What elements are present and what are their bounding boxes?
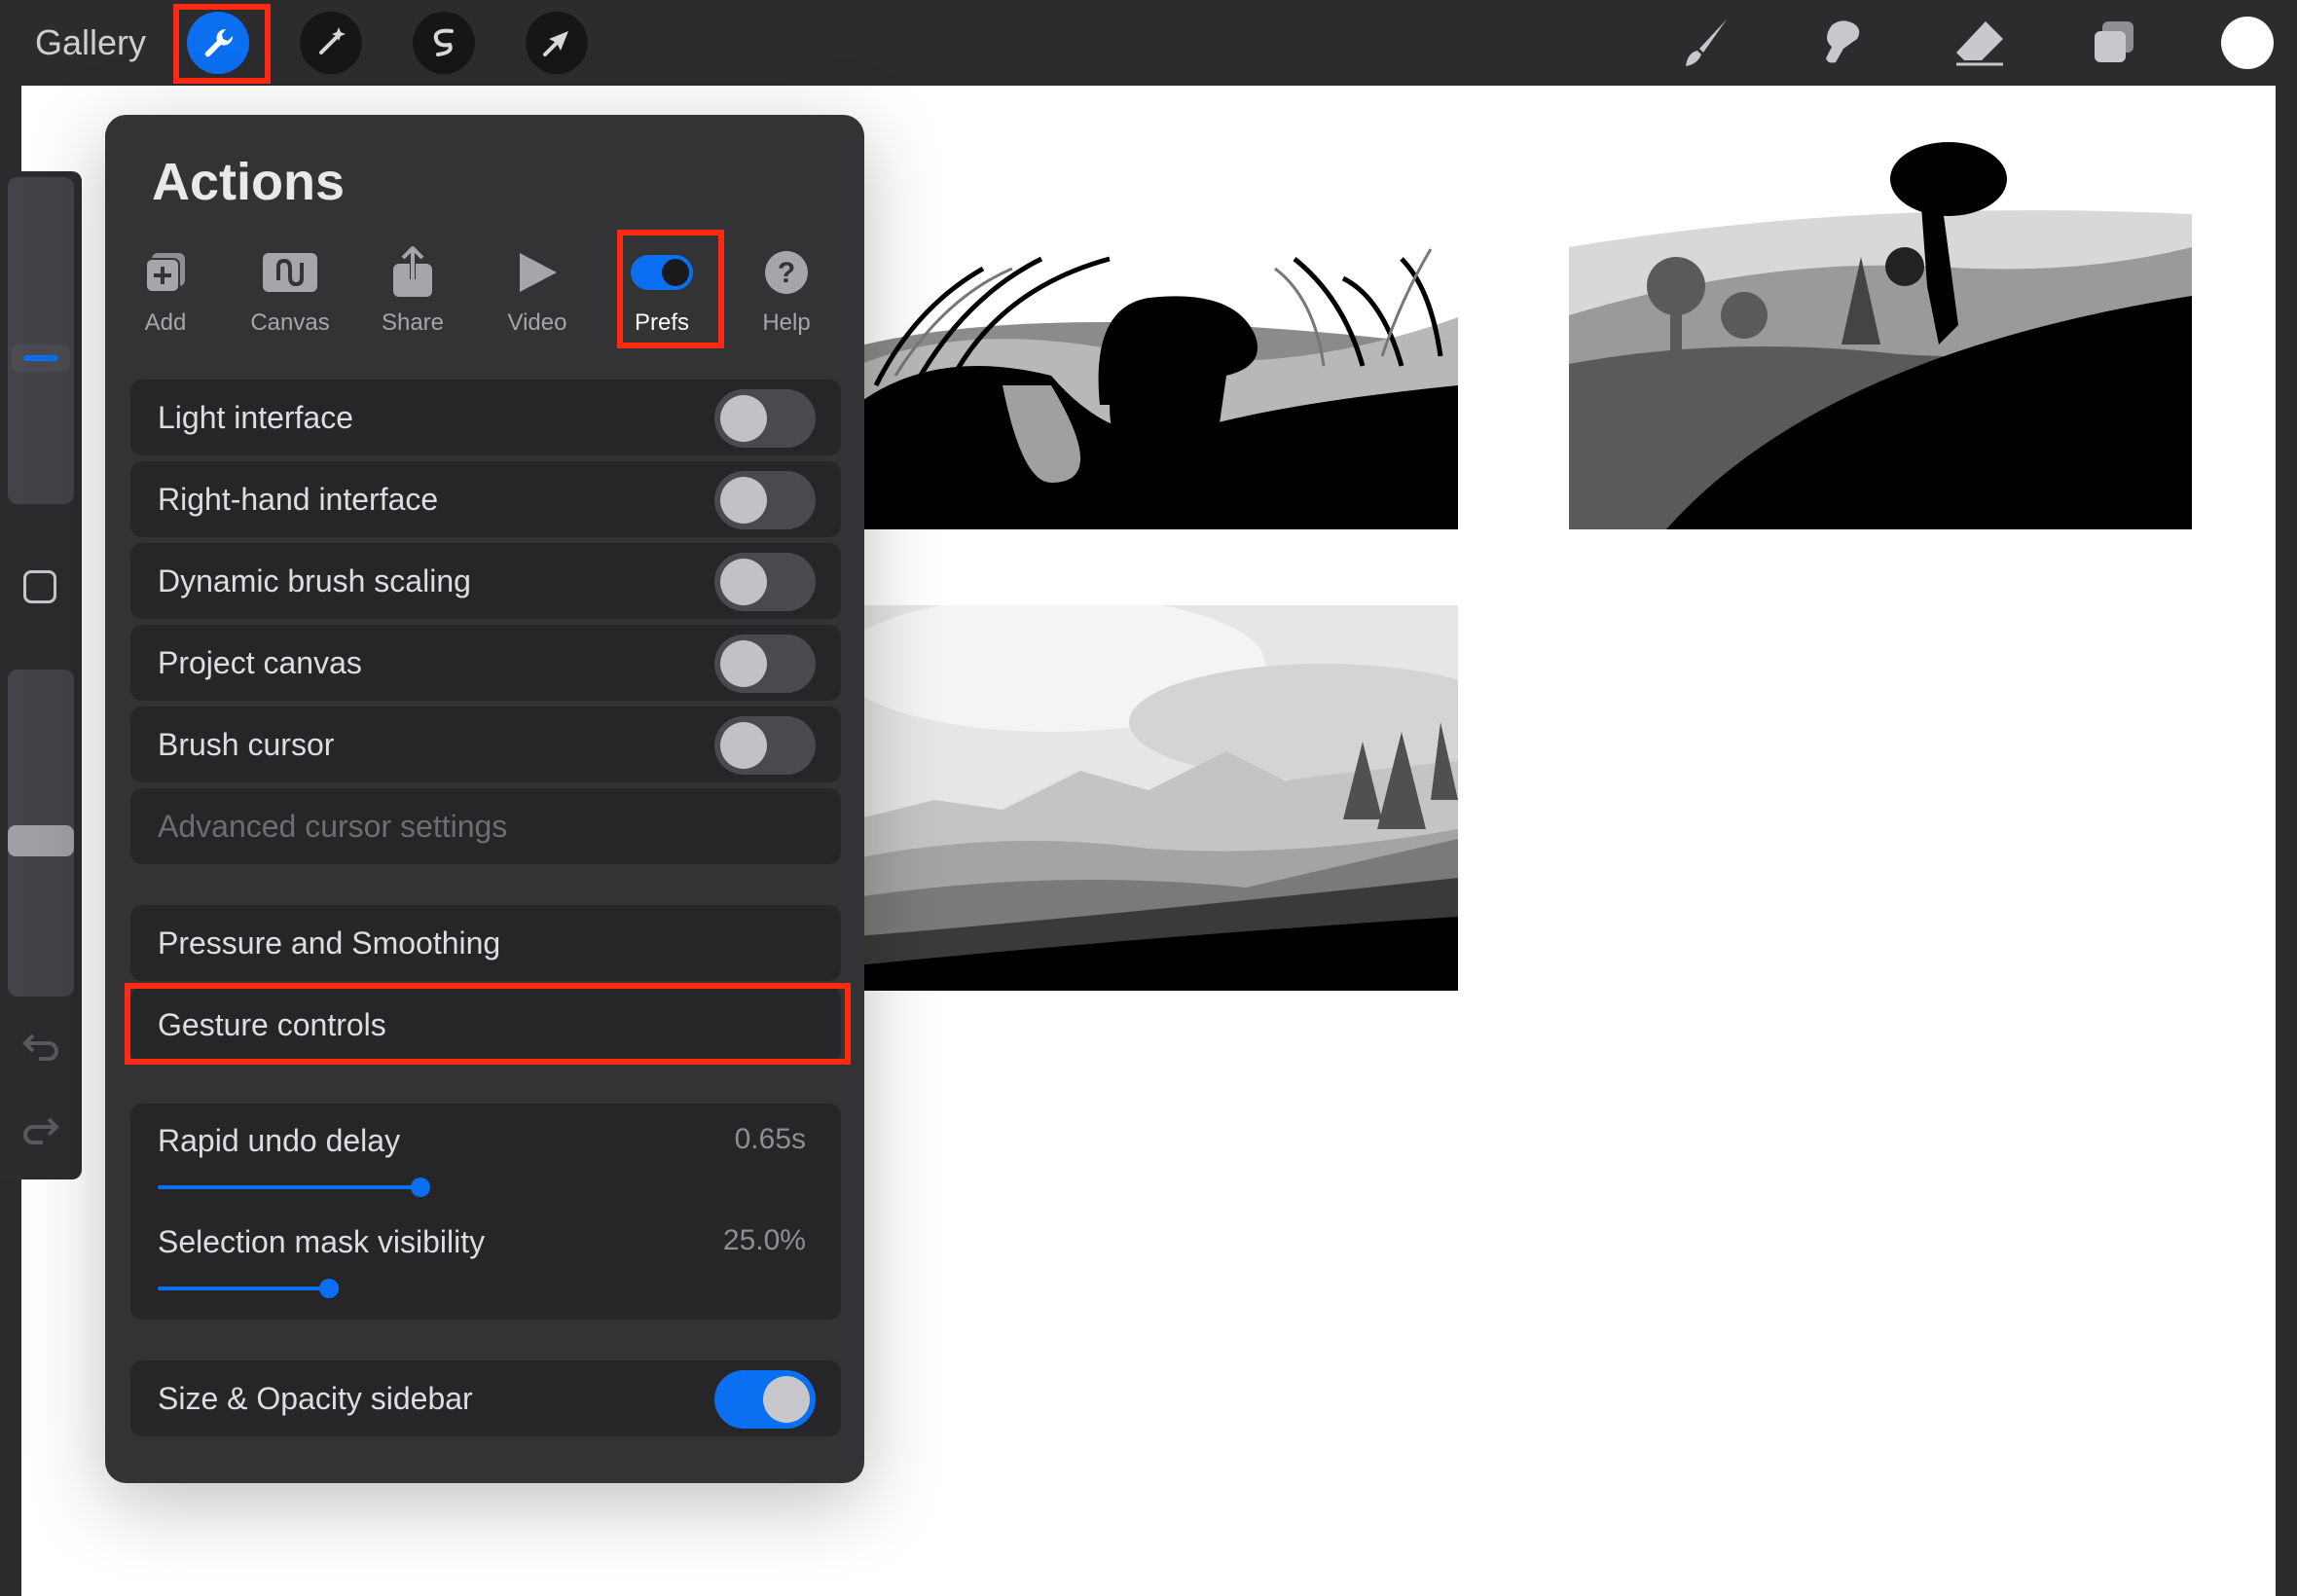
brush-cursor-row[interactable]: Brush cursor (130, 707, 841, 782)
brush-button[interactable] (1676, 14, 1734, 72)
gesture-controls-highlight-box (125, 983, 851, 1065)
brush-size-slider[interactable] (8, 177, 74, 504)
project-canvas-row[interactable]: Project canvas (130, 625, 841, 701)
rapid-undo-delay-value: 0.65s (734, 1123, 806, 1155)
modify-button-icon[interactable] (23, 570, 56, 603)
panel-title: Actions (152, 153, 346, 211)
artwork-mountains-forest (857, 605, 1458, 991)
redo-icon[interactable] (21, 1111, 60, 1146)
tab-canvas[interactable]: Canvas (232, 241, 348, 337)
rapid-undo-delay-label: Rapid undo delay (158, 1123, 401, 1158)
brush-cursor-toggle[interactable] (714, 716, 816, 775)
smudge-icon (1826, 20, 1860, 63)
tab-video[interactable]: Video (479, 241, 596, 337)
add-icon (145, 253, 185, 293)
rapid-undo-delay-slider[interactable] (158, 1185, 420, 1189)
share-icon (393, 246, 432, 297)
right-hand-interface-row[interactable]: Right-hand interface (130, 461, 841, 537)
color-swatch[interactable] (2221, 17, 2274, 69)
adjustments-button[interactable] (300, 12, 362, 74)
size-opacity-sidebar-label: Size & Opacity sidebar (158, 1381, 473, 1416)
tab-help[interactable]: ? Help (728, 241, 845, 337)
gallery-button[interactable]: Gallery (35, 19, 146, 66)
project-canvas-toggle[interactable] (714, 635, 816, 693)
right-hand-interface-label: Right-hand interface (158, 482, 439, 517)
svg-text:?: ? (778, 257, 795, 289)
smudge-button[interactable] (1812, 14, 1871, 72)
actions-highlight-box (173, 4, 271, 84)
selection-icon (433, 28, 454, 56)
magic-wand-icon (319, 27, 346, 54)
advanced-cursor-settings-label: Advanced cursor settings (158, 809, 508, 844)
size-opacity-sidebar-row[interactable]: Size & Opacity sidebar (130, 1360, 841, 1436)
rapid-undo-delay-thumb[interactable] (411, 1178, 430, 1197)
pressure-smoothing-label: Pressure and Smoothing (158, 925, 501, 961)
layers-button[interactable] (2085, 14, 2143, 72)
opacity-slider[interactable] (8, 670, 74, 997)
light-interface-toggle[interactable] (714, 389, 816, 448)
brush-size-handle[interactable] (12, 345, 70, 372)
play-icon (520, 253, 557, 292)
size-opacity-sidebar-toggle[interactable] (714, 1370, 816, 1429)
undo-icon[interactable] (21, 1028, 60, 1063)
prefs-highlight-box (617, 230, 724, 348)
arrow-cursor-icon (543, 31, 568, 56)
eraser-icon (1956, 21, 2003, 66)
selection-mask-visibility-slider[interactable] (158, 1287, 327, 1290)
artwork-tree-hill (1569, 140, 2217, 529)
brush-icon (1686, 19, 1727, 66)
selection-mask-visibility-label: Selection mask visibility (158, 1224, 486, 1259)
eraser-button[interactable] (1951, 14, 2009, 72)
top-toolbar: Gallery (0, 0, 2297, 86)
pressure-smoothing-row[interactable]: Pressure and Smoothing (130, 905, 841, 981)
advanced-cursor-settings-row: Advanced cursor settings (130, 788, 841, 864)
brush-cursor-label: Brush cursor (158, 727, 335, 762)
selection-button[interactable] (413, 12, 475, 74)
artwork-mushroom-grass (857, 152, 1458, 529)
dynamic-brush-scaling-row[interactable]: Dynamic brush scaling (130, 543, 841, 619)
canvas-icon (263, 253, 317, 292)
tab-share[interactable]: Share (354, 241, 471, 337)
actions-panel: Actions Add Canvas Share Video Prefs ? H… (105, 115, 864, 1483)
selection-mask-visibility-thumb[interactable] (319, 1279, 339, 1298)
dynamic-brush-scaling-label: Dynamic brush scaling (158, 563, 471, 598)
transform-button[interactable] (526, 12, 588, 74)
help-icon: ? (765, 251, 808, 294)
sliders-group: Rapid undo delay 0.65s Selection mask vi… (130, 1104, 841, 1320)
selection-mask-visibility-value: 25.0% (722, 1224, 806, 1256)
dynamic-brush-scaling-toggle[interactable] (714, 553, 816, 611)
project-canvas-label: Project canvas (158, 645, 362, 680)
light-interface-row[interactable]: Light interface (130, 380, 841, 455)
light-interface-label: Light interface (158, 400, 354, 435)
size-opacity-sidebar (0, 171, 82, 1179)
opacity-handle[interactable] (8, 825, 74, 856)
right-hand-interface-toggle[interactable] (714, 471, 816, 529)
tab-add[interactable]: Add (107, 241, 224, 337)
layers-icon (2095, 21, 2133, 62)
